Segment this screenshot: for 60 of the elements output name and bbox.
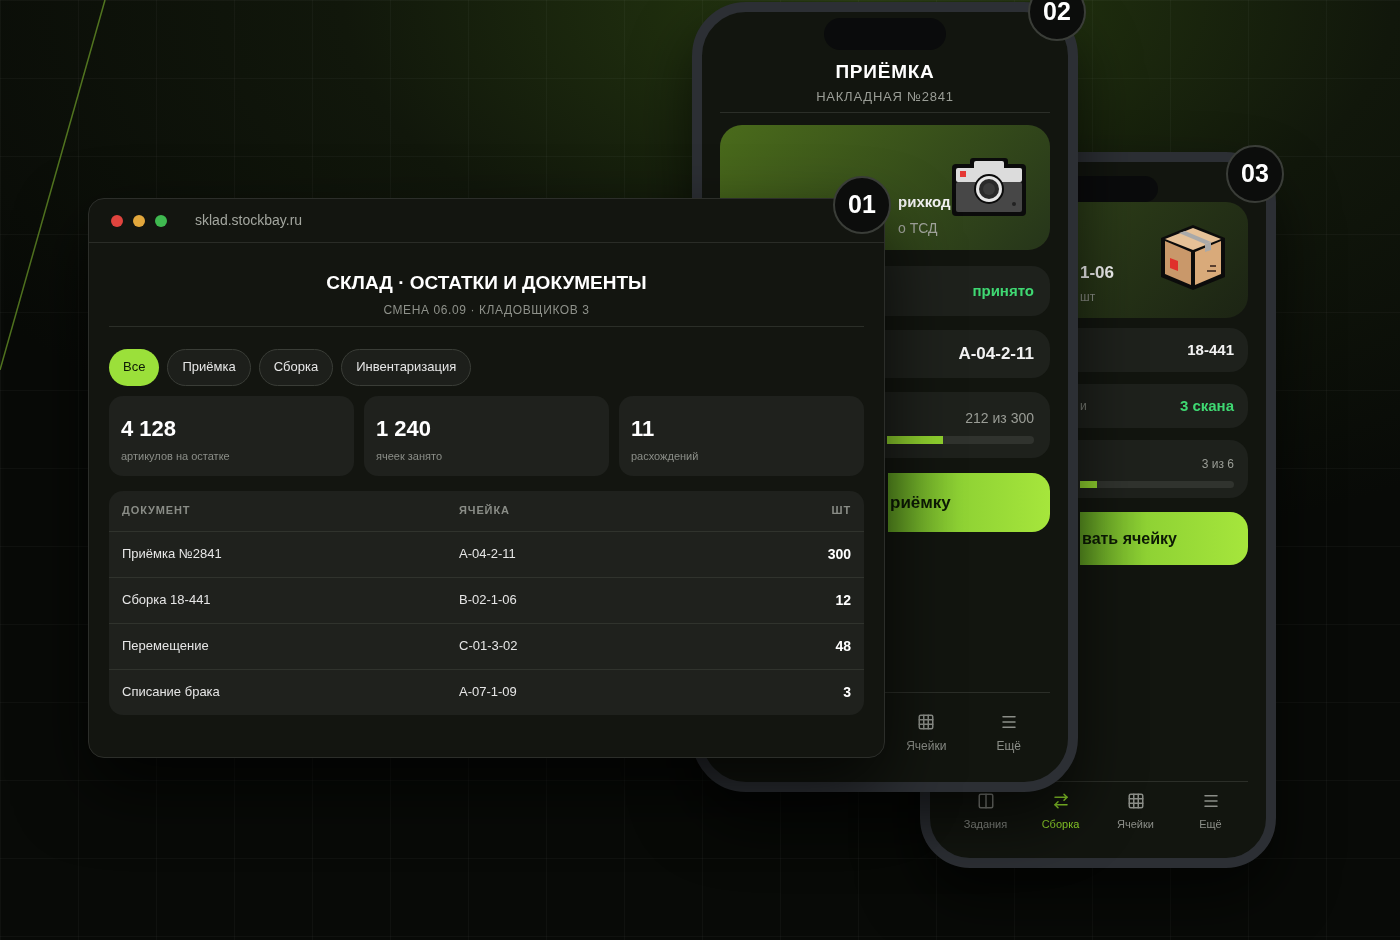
column-header: ЯЧЕЙКА <box>459 503 511 519</box>
column-header: ДОКУМЕНТ <box>122 503 192 519</box>
arrows-icon <box>1051 791 1070 810</box>
step-badge: 03 <box>1226 145 1284 203</box>
page-subtitle: СМЕНА 06.09 · КЛАДОВЩИКОВ 3 <box>382 301 591 319</box>
nav-tab[interactable]: Ещё <box>967 713 1050 755</box>
table-cell-text: A-04-2-11 <box>459 545 517 564</box>
card-subtitle: о ТСД <box>898 218 939 238</box>
table-cell-text: 3 <box>843 682 851 702</box>
window-close-icon[interactable] <box>111 214 123 227</box>
screen-subtitle: НАКЛАДНАЯ №2841 <box>815 87 955 106</box>
table-cell-text: Списание брака <box>122 683 221 702</box>
table-cell-text: C-01-3-02 <box>459 637 519 656</box>
screen-title: ПРИЁМКА <box>834 60 936 84</box>
grid-icon <box>1126 791 1145 810</box>
stat-label: ячеек занято <box>376 448 444 464</box>
table-cell-text: 48 <box>835 636 851 656</box>
window-maximize-icon[interactable] <box>155 214 167 227</box>
table-cell-text: Сборка 18-441 <box>122 591 212 610</box>
stat-label: артикулов на остатке <box>121 448 231 464</box>
nav-tab[interactable]: Ячейки <box>1098 791 1173 832</box>
status-value: 3 скана <box>1179 395 1234 416</box>
column-header: ШТ <box>831 503 851 519</box>
row-label: и <box>1080 398 1087 415</box>
nav-tab[interactable]: Ещё <box>1173 791 1248 832</box>
window-minimize-icon[interactable] <box>133 214 145 227</box>
progress-reading: 3 из 6 <box>1201 456 1234 473</box>
nav-tab[interactable]: Ячейки <box>885 713 968 755</box>
page-title: СКЛАД · ОСТАТКИ И ДОКУМЕНТЫ <box>325 271 648 295</box>
stat-value: 4 128 <box>121 415 178 442</box>
camera-icon <box>952 158 1026 216</box>
card-title: рихкод <box>898 192 951 212</box>
grid-icon <box>917 713 936 731</box>
card-title: 1-06 <box>1080 262 1115 284</box>
status-value: принято <box>972 280 1034 301</box>
table-cell-text: B-02-1-06 <box>459 591 518 610</box>
card-subtitle: шт <box>1080 288 1097 306</box>
filter-chip[interactable]: Сборка <box>258 348 334 386</box>
filter-chip[interactable]: Все <box>109 348 160 386</box>
progress-reading: 212 из 300 <box>965 409 1034 428</box>
stat-label: расхождений <box>631 448 700 464</box>
table-cell-text: A-07-1-09 <box>459 683 518 702</box>
columns-icon <box>976 791 995 810</box>
menu-icon <box>999 713 1018 731</box>
action-button[interactable]: вать ячейку <box>1080 512 1248 565</box>
row-value: 18-441 <box>1187 339 1234 360</box>
step-badge: 02 <box>1028 0 1086 41</box>
table-cell-text: 300 <box>827 544 851 564</box>
filter-chip[interactable]: Инвентаризация <box>341 348 472 386</box>
url-text: sklad.stockbay.ru <box>195 211 303 230</box>
table-cell-text: Перемещение <box>122 637 210 656</box>
table-cell-text: 12 <box>835 590 851 610</box>
row-value: A-04-2-11 <box>958 343 1034 366</box>
stat-value: 11 <box>631 415 656 442</box>
stat-value: 1 240 <box>376 415 433 442</box>
table-cell-text: Приёмка №2841 <box>122 545 223 564</box>
cardboard-box-icon <box>1159 222 1227 292</box>
filter-chip[interactable]: Приёмка <box>167 348 251 386</box>
action-button[interactable]: риёмку <box>888 473 1050 532</box>
nav-tab[interactable]: Сборка <box>1023 791 1098 832</box>
